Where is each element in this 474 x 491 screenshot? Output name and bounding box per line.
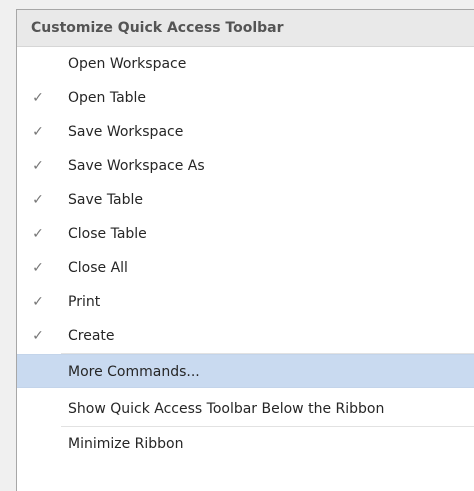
menu-item-minimize-ribbon[interactable]: Minimize Ribbon — [17, 427, 474, 461]
menu-item-label: Show Quick Access Toolbar Below the Ribb… — [68, 401, 385, 417]
menu-item-label: Open Workspace — [68, 56, 187, 72]
checkmark-icon: ✓ — [32, 294, 44, 310]
menu-item-label: More Commands... — [68, 364, 200, 380]
menu-item-label: Open Table — [68, 90, 147, 106]
menu-item-label: Close All — [68, 260, 128, 276]
menu-item-close-all[interactable]: ✓ Close All — [17, 251, 474, 285]
checkmark-icon: ✓ — [32, 226, 44, 242]
menu-item-show-below-ribbon[interactable]: Show Quick Access Toolbar Below the Ribb… — [17, 392, 474, 426]
menu-item-close-table[interactable]: ✓ Close Table — [17, 217, 474, 251]
menu-item-label: Create — [68, 328, 115, 344]
menu-item-save-table[interactable]: ✓ Save Table — [17, 183, 474, 217]
customize-quick-access-toolbar-menu: Customize Quick Access Toolbar Open Work… — [16, 9, 474, 491]
checkmark-icon: ✓ — [32, 260, 44, 276]
menu-item-label: Save Table — [68, 192, 144, 208]
checkmark-icon: ✓ — [32, 158, 44, 174]
menu-item-label: Save Workspace As — [68, 158, 205, 174]
menu-item-save-workspace-as[interactable]: ✓ Save Workspace As — [17, 149, 474, 183]
menu-item-list: Open Workspace ✓ Open Table ✓ Save Works… — [17, 47, 474, 461]
checkmark-icon: ✓ — [32, 328, 44, 344]
menu-header: Customize Quick Access Toolbar — [17, 10, 474, 47]
menu-item-label: Close Table — [68, 226, 147, 242]
menu-item-label: Minimize Ribbon — [68, 436, 184, 452]
menu-item-print[interactable]: ✓ Print — [17, 285, 474, 319]
menu-item-open-table[interactable]: ✓ Open Table — [17, 81, 474, 115]
menu-item-more-commands[interactable]: More Commands... — [17, 354, 474, 388]
checkmark-icon: ✓ — [32, 124, 44, 140]
menu-item-save-workspace[interactable]: ✓ Save Workspace — [17, 115, 474, 149]
menu-item-create[interactable]: ✓ Create — [17, 319, 474, 353]
checkmark-icon: ✓ — [32, 192, 44, 208]
checkmark-icon: ✓ — [32, 90, 44, 106]
menu-item-label: Print — [68, 294, 101, 310]
menu-item-open-workspace[interactable]: Open Workspace — [17, 47, 474, 81]
menu-item-label: Save Workspace — [68, 124, 184, 140]
